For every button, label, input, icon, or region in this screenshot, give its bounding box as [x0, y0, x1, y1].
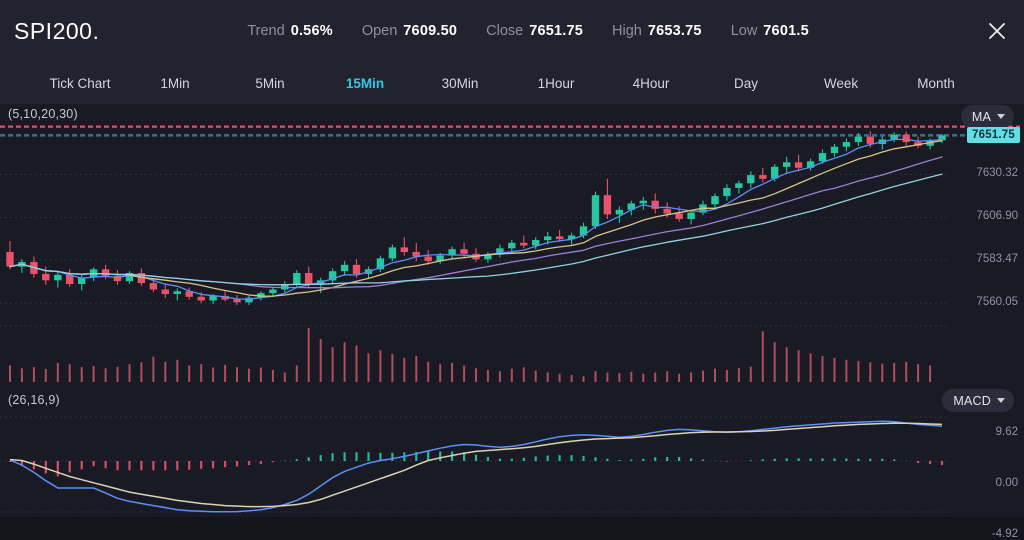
tab-30min[interactable]: 30Min	[410, 76, 510, 91]
tab-15min[interactable]: 15Min	[315, 76, 415, 91]
macd-selector-label: MACD	[953, 393, 991, 408]
symbol-title: SPI200.	[14, 17, 100, 44]
quote-open: Open 7609.50	[362, 23, 457, 39]
quote-high: High 7653.75	[612, 23, 702, 39]
tab-week[interactable]: Week	[791, 76, 891, 91]
macd-plot	[0, 416, 948, 513]
quote-trend: Trend 0.56%	[247, 23, 332, 39]
chevron-down-icon	[997, 114, 1005, 119]
quote-trend-label: Trend	[247, 23, 285, 39]
current-price-tag: 7651.75	[967, 127, 1020, 144]
chevron-down-icon	[997, 398, 1005, 403]
chart-container: (5,10,20,30) (26,16,9) MA MACD 7630.32 76…	[0, 104, 1024, 540]
tab-day[interactable]: Day	[696, 76, 796, 91]
quote-high-value: 7653.75	[647, 23, 702, 39]
tab-4hour[interactable]: 4Hour	[601, 76, 701, 91]
candlestick-plot	[0, 125, 1020, 382]
quote-low: Low 7601.5	[731, 23, 809, 39]
macd-axis-label: -4.92	[991, 528, 1018, 540]
macd-pane[interactable]	[0, 390, 1024, 517]
tab-1min[interactable]: 1Min	[125, 76, 225, 91]
tab-month[interactable]: Month	[886, 76, 986, 91]
timeframe-tabs: Tick Chart 1Min 5Min 15Min 30Min 1Hour 4Hour Da…	[0, 62, 1024, 104]
quote-close-label: Close	[486, 23, 524, 39]
quote-open-label: Open	[361, 23, 398, 39]
tab-tick-chart[interactable]: Tick Chart	[30, 76, 130, 91]
quote-high-label: High	[612, 23, 642, 39]
ma-selector-label: MA	[971, 109, 991, 124]
price-pane[interactable]	[0, 104, 1024, 390]
chart-window: SPI200. Trend 0.56% Open 7609.50 Close 7651…	[0, 0, 1024, 540]
macd-indicator-selector[interactable]: MACD	[942, 389, 1014, 412]
quote-close-value: 7651.75	[529, 23, 584, 39]
close-icon[interactable]	[984, 18, 1010, 44]
quote-close: Close 7651.75	[486, 23, 583, 39]
quote-trend-value: 0.56%	[290, 23, 333, 39]
tab-5min[interactable]: 5Min	[220, 76, 320, 91]
quote-low-value: 7601.5	[763, 23, 809, 39]
ma-indicator-selector[interactable]: MA	[960, 105, 1014, 128]
quote-open-value: 7609.50	[403, 23, 458, 39]
quote-low-label: Low	[730, 23, 758, 39]
tab-1hour[interactable]: 1Hour	[506, 76, 606, 91]
window-header: SPI200. Trend 0.56% Open 7609.50 Close 7651…	[0, 0, 1024, 62]
quote-summary: Trend 0.56% Open 7609.50 Close 7651.75 High…	[247, 23, 809, 39]
